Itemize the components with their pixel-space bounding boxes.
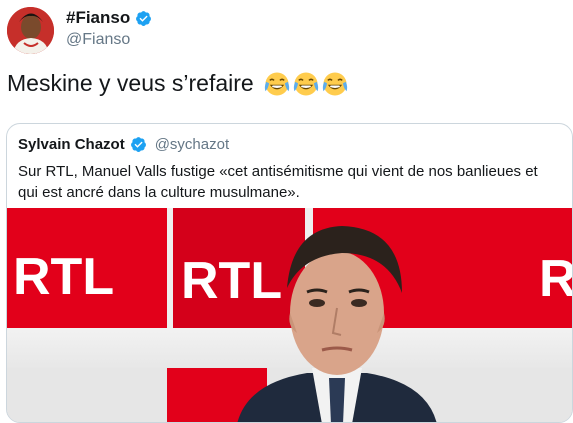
author-avatar[interactable]: [7, 7, 54, 54]
video-still-image: RTL RTL RTL: [7, 208, 573, 422]
quoted-display-name[interactable]: Sylvain Chazot: [18, 136, 125, 153]
avatar-illustration: [7, 7, 54, 54]
quoted-tweet-text: Sur RTL, Manuel Valls fustige «cet antis…: [18, 163, 538, 201]
tweet-text-content: Meskine y veus s’refaire: [7, 70, 254, 96]
tears-of-joy-emoji-icon: [293, 71, 318, 96]
emoji-group: [264, 71, 348, 97]
author-display-name[interactable]: #Fianso: [66, 8, 130, 28]
quoted-tweet-card[interactable]: Sylvain Chazot @sychazot Sur RTL, Manuel…: [6, 123, 573, 423]
tears-of-joy-emoji-icon: [322, 71, 347, 96]
verified-badge-icon: [130, 137, 146, 152]
tweet-text: Meskine y veus s’refaire: [7, 70, 348, 97]
quoted-tweet-media[interactable]: RTL RTL RTL: [7, 208, 573, 422]
rtl-logo: RTL: [539, 250, 573, 308]
quoted-handle[interactable]: @sychazot: [155, 136, 229, 153]
tears-of-joy-emoji-icon: [264, 71, 289, 96]
author-handle[interactable]: @Fianso: [66, 31, 130, 49]
verified-badge-icon: [136, 10, 152, 26]
quoted-author-row: Sylvain Chazot @sychazot: [18, 136, 229, 153]
author-name-row: #Fianso: [66, 8, 152, 28]
rtl-logo: RTL: [13, 248, 114, 306]
rtl-logo: RTL: [181, 252, 282, 310]
